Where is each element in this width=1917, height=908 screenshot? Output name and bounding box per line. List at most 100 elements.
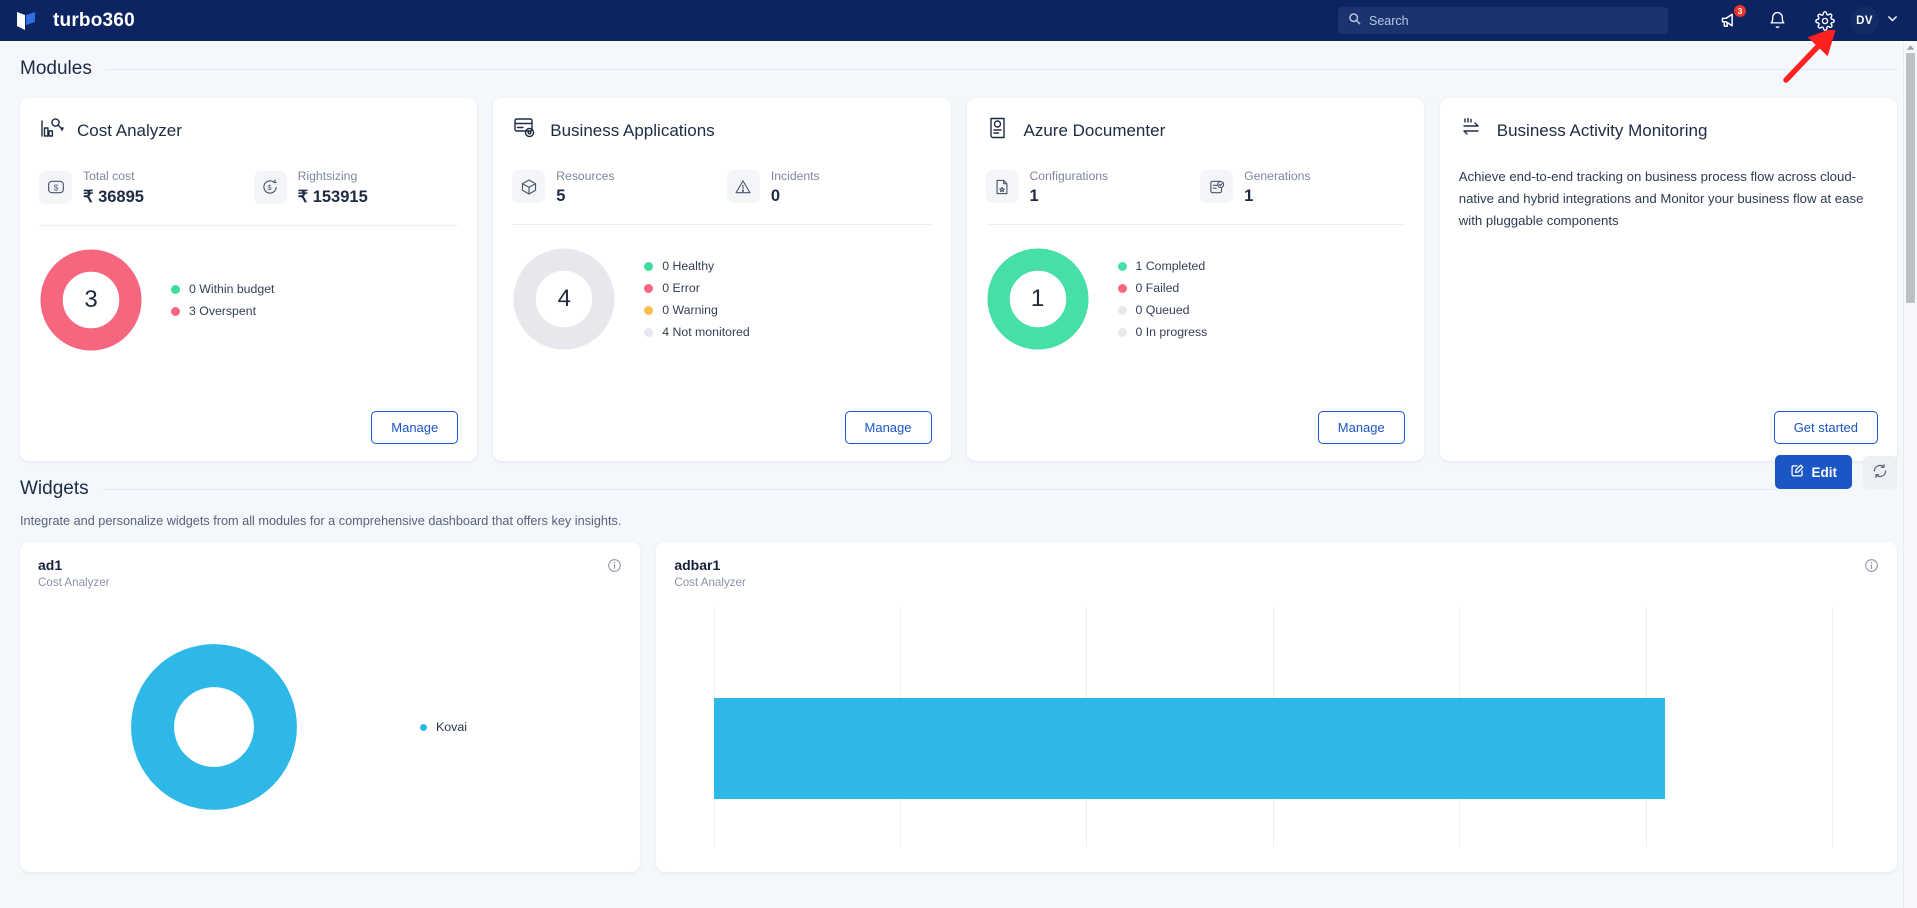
stat-value: 1 — [1029, 187, 1039, 206]
refresh-widgets-button[interactable] — [1863, 455, 1897, 489]
donut-chart-cost-analyzer: 3 — [39, 248, 143, 352]
legend-item: 0 Within budget — [171, 282, 274, 296]
legend-label: 3 Overspent — [189, 304, 256, 319]
info-icon[interactable] — [1864, 558, 1879, 578]
svg-text:$: $ — [268, 183, 272, 192]
legend-item: 0 Error — [644, 281, 750, 295]
page-content: Modules Cost Analyzer $ Total cost ₹ 368… — [0, 41, 1917, 908]
azure-documenter-icon — [986, 115, 1012, 146]
widget-title: ad1 — [38, 557, 63, 573]
module-card-cost-analyzer[interactable]: Cost Analyzer $ Total cost ₹ 36895 $ Rig… — [20, 98, 478, 461]
document-star-icon — [985, 170, 1019, 204]
manage-button-cost-analyzer[interactable]: Manage — [371, 411, 459, 444]
modules-section-header: Modules — [20, 41, 1897, 80]
module-title: Azure Documenter — [1023, 120, 1166, 140]
turbo360-flag-logo-icon — [14, 8, 40, 34]
search-icon — [1348, 12, 1361, 30]
chevron-down-icon — [1886, 12, 1899, 30]
legend-label: Kovai — [436, 720, 467, 734]
page-scrollbar[interactable] — [1903, 41, 1917, 908]
edit-label: Edit — [1811, 464, 1838, 480]
bar-chart-adbar1 — [714, 607, 1833, 847]
legend-dot — [1117, 283, 1127, 293]
dollar-refresh-icon: $ — [253, 170, 287, 204]
bell-icon[interactable] — [1766, 10, 1788, 32]
module-donut-section: 1 1 Completed 0 Failed 0 Queued 0 In pro… — [986, 247, 1405, 351]
legend-dot — [420, 723, 427, 731]
manage-button-azure-documenter[interactable]: Manage — [1317, 411, 1405, 444]
module-donut-section: 4 0 Healthy 0 Error 0 Warning 4 Not moni… — [512, 247, 931, 351]
widget-card-ad1[interactable]: ad1 Cost Analyzer Kovai — [20, 542, 641, 872]
module-card-footer: Get started — [1459, 399, 1878, 444]
module-title: Business Applications — [550, 120, 715, 140]
legend-item: 0 Healthy — [644, 259, 750, 273]
module-card-business-activity-monitoring[interactable]: Business Activity Monitoring Achieve end… — [1439, 98, 1897, 461]
module-description: Achieve end-to-end tracking on business … — [1458, 169, 1864, 229]
module-donut-section: 3 0 Within budget 3 Overspent — [39, 248, 458, 352]
gridline — [1647, 607, 1833, 847]
donut-center-value: 1 — [1030, 285, 1045, 313]
megaphone-icon[interactable]: 3 — [1718, 3, 1747, 32]
legend-label: 0 Within budget — [189, 282, 275, 297]
scrollbar-thumb[interactable] — [1906, 53, 1915, 303]
legend-label: 4 Not monitored — [662, 325, 750, 340]
legend-label: 0 Warning — [662, 303, 718, 318]
donut-chart-business-applications: 4 — [512, 247, 616, 351]
widgets-header-text: Widgets Integrate and personalize widget… — [20, 461, 1775, 528]
module-card-header: Business Activity Monitoring — [1459, 115, 1878, 146]
stat-label: Configurations — [1029, 169, 1109, 183]
stat-total-cost: $ Total cost ₹ 36895 — [39, 167, 244, 207]
widget-card-adbar1[interactable]: adbar1 Cost Analyzer — [656, 542, 1897, 872]
module-title: Business Activity Monitoring — [1496, 120, 1708, 140]
stat-value: ₹ 36895 — [83, 188, 144, 207]
legend-dot — [644, 283, 654, 293]
donut-chart-svg — [131, 644, 297, 810]
module-card-header: Azure Documenter — [986, 115, 1405, 146]
legend-item: 0 Warning — [644, 303, 750, 317]
gear-icon[interactable] — [1814, 10, 1836, 32]
search-box[interactable] — [1338, 7, 1668, 34]
legend-dot — [1117, 327, 1127, 337]
legend-item: 4 Not monitored — [644, 325, 750, 339]
edit-widgets-button[interactable]: Edit — [1774, 455, 1852, 489]
search-input[interactable] — [1369, 13, 1658, 28]
widget-subtitle: Cost Analyzer — [38, 576, 110, 589]
widgets-subtitle: Integrate and personalize widgets from a… — [20, 514, 622, 528]
module-card-azure-documenter[interactable]: Azure Documenter Configurations 1 Genera… — [966, 98, 1424, 461]
scrollbar-up-arrow-icon[interactable] — [1904, 41, 1917, 53]
legend-item: 0 Queued — [1117, 303, 1208, 317]
section-divider — [102, 488, 1775, 490]
widgets-section-header: Widgets Integrate and personalize widget… — [20, 455, 1897, 528]
pencil-square-icon — [1790, 463, 1805, 481]
legend-label: 0 Healthy — [662, 259, 715, 274]
module-stats: Resources 5 Incidents 0 — [512, 167, 931, 206]
card-divider — [985, 224, 1405, 226]
legend-dot — [644, 261, 654, 271]
get-started-button[interactable]: Get started — [1773, 411, 1878, 444]
info-icon[interactable] — [607, 558, 622, 578]
top-navigation-bar: turbo360 3 — [0, 0, 1917, 41]
legend-dot — [644, 305, 654, 315]
document-check-icon — [1200, 170, 1234, 204]
manage-button-business-applications[interactable]: Manage — [844, 411, 932, 444]
module-card-header: Cost Analyzer — [39, 115, 458, 146]
legend-label: 0 In progress — [1135, 325, 1208, 340]
avatar: DV — [1850, 6, 1879, 35]
legend-dot — [1117, 305, 1127, 315]
stat-label: Rightsizing — [297, 169, 358, 183]
brand[interactable]: turbo360 — [14, 8, 135, 34]
donut-legend: 1 Completed 0 Failed 0 Queued 0 In progr… — [1117, 259, 1208, 340]
stat-value: 1 — [1244, 187, 1254, 206]
card-divider — [39, 225, 459, 227]
user-menu[interactable]: DV — [1850, 6, 1899, 35]
stat-value: ₹ 153915 — [297, 188, 368, 207]
modules-grid: Cost Analyzer $ Total cost ₹ 36895 $ Rig… — [20, 98, 1897, 461]
widgets-title-row: Widgets — [20, 461, 1775, 500]
legend-item: 0 In progress — [1117, 325, 1208, 340]
module-card-footer: Manage — [39, 399, 459, 444]
stat-label: Incidents — [770, 169, 820, 183]
stat-label: Generations — [1244, 169, 1311, 183]
widgets-title: Widgets — [20, 478, 89, 499]
widget-title: adbar1 — [674, 557, 721, 573]
module-card-business-applications[interactable]: Business Applications Resources 5 Incide… — [493, 98, 951, 461]
